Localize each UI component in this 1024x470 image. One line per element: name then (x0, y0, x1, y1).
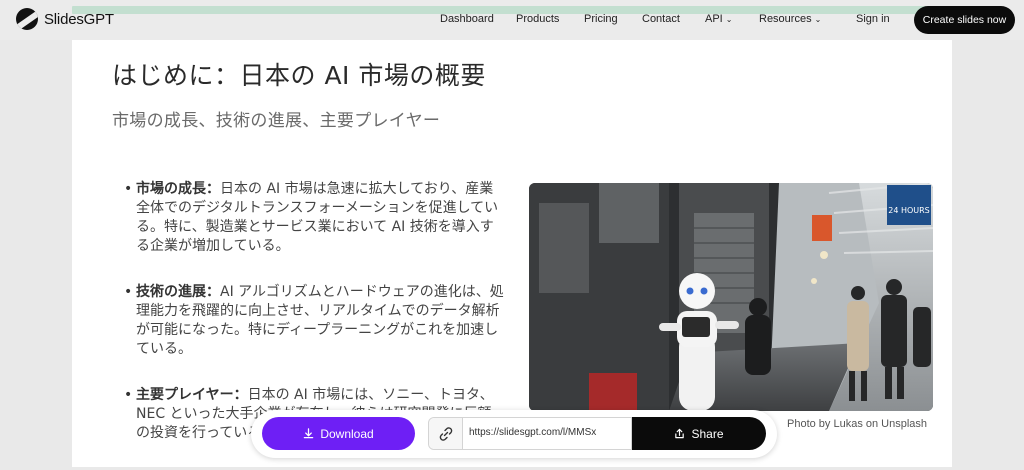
copy-link-button[interactable] (429, 418, 463, 449)
download-button[interactable]: Download (262, 417, 415, 450)
slide-photo: 24 HOURS (529, 183, 933, 411)
share-button[interactable]: Share (632, 417, 766, 450)
nav-link-products[interactable]: Products (516, 13, 559, 25)
photo-caption: Photo by Lukas on Unsplash (787, 418, 928, 430)
nav-link-resources-label: Resources (759, 13, 812, 25)
photo-sign-text: 24 HOURS (888, 206, 930, 215)
chevron-down-icon: ⌄ (725, 15, 733, 24)
logo-text: SlidesGPT (44, 10, 114, 28)
bullet-item: 市場の成長：日本の AI 市場は急速に拡大しており、産業全体でのデジタルトランス… (124, 180, 504, 256)
slide-card: はじめに：日本の AI 市場の概要 市場の成長、技術の進展、主要プレイヤー 市場… (72, 40, 952, 467)
nav-link-dashboard[interactable]: Dashboard (440, 13, 494, 25)
share-bar: Download https://slidesgpt.com/l/MMSx Sh… (251, 410, 777, 458)
bullet-heading: 技術の進展： (136, 284, 220, 300)
nav-link-resources[interactable]: Resources ⌄ (759, 13, 821, 25)
slide-title: はじめに：日本の AI 市場の概要 (112, 61, 486, 90)
slide-subtitle: 市場の成長、技術の進展、主要プレイヤー (112, 111, 441, 131)
bullet-item: 技術の進展：AI アルゴリズムとハードウェアの進化は、処理能力を飛躍的に向上させ… (124, 283, 504, 359)
bullet-heading: 主要プレイヤー： (136, 387, 248, 403)
nav-link-pricing[interactable]: Pricing (584, 13, 618, 25)
share-link-field[interactable]: https://slidesgpt.com/l/MMSx (428, 417, 632, 450)
logo[interactable]: SlidesGPT (16, 8, 114, 30)
top-nav: SlidesGPT Dashboard Products Pricing Con… (0, 0, 1024, 40)
nav-link-sign-in[interactable]: Sign in (856, 13, 890, 25)
robot-arcade-photo: 24 HOURS (529, 183, 933, 411)
download-label: Download (320, 426, 374, 441)
slidesgpt-logo-icon (16, 8, 38, 30)
share-link-url: https://slidesgpt.com/l/MMSx (469, 427, 597, 438)
share-label: Share (691, 426, 724, 441)
bullet-heading: 市場の成長： (136, 181, 220, 197)
download-icon (304, 428, 314, 439)
chevron-down-icon: ⌄ (814, 15, 822, 24)
nav-link-api-label: API (705, 13, 723, 25)
share-icon (675, 428, 685, 439)
link-icon (439, 426, 452, 441)
create-slides-button[interactable]: Create slides now (914, 6, 1015, 34)
nav-link-contact[interactable]: Contact (642, 13, 680, 25)
nav-link-api[interactable]: API ⌄ (705, 13, 732, 25)
